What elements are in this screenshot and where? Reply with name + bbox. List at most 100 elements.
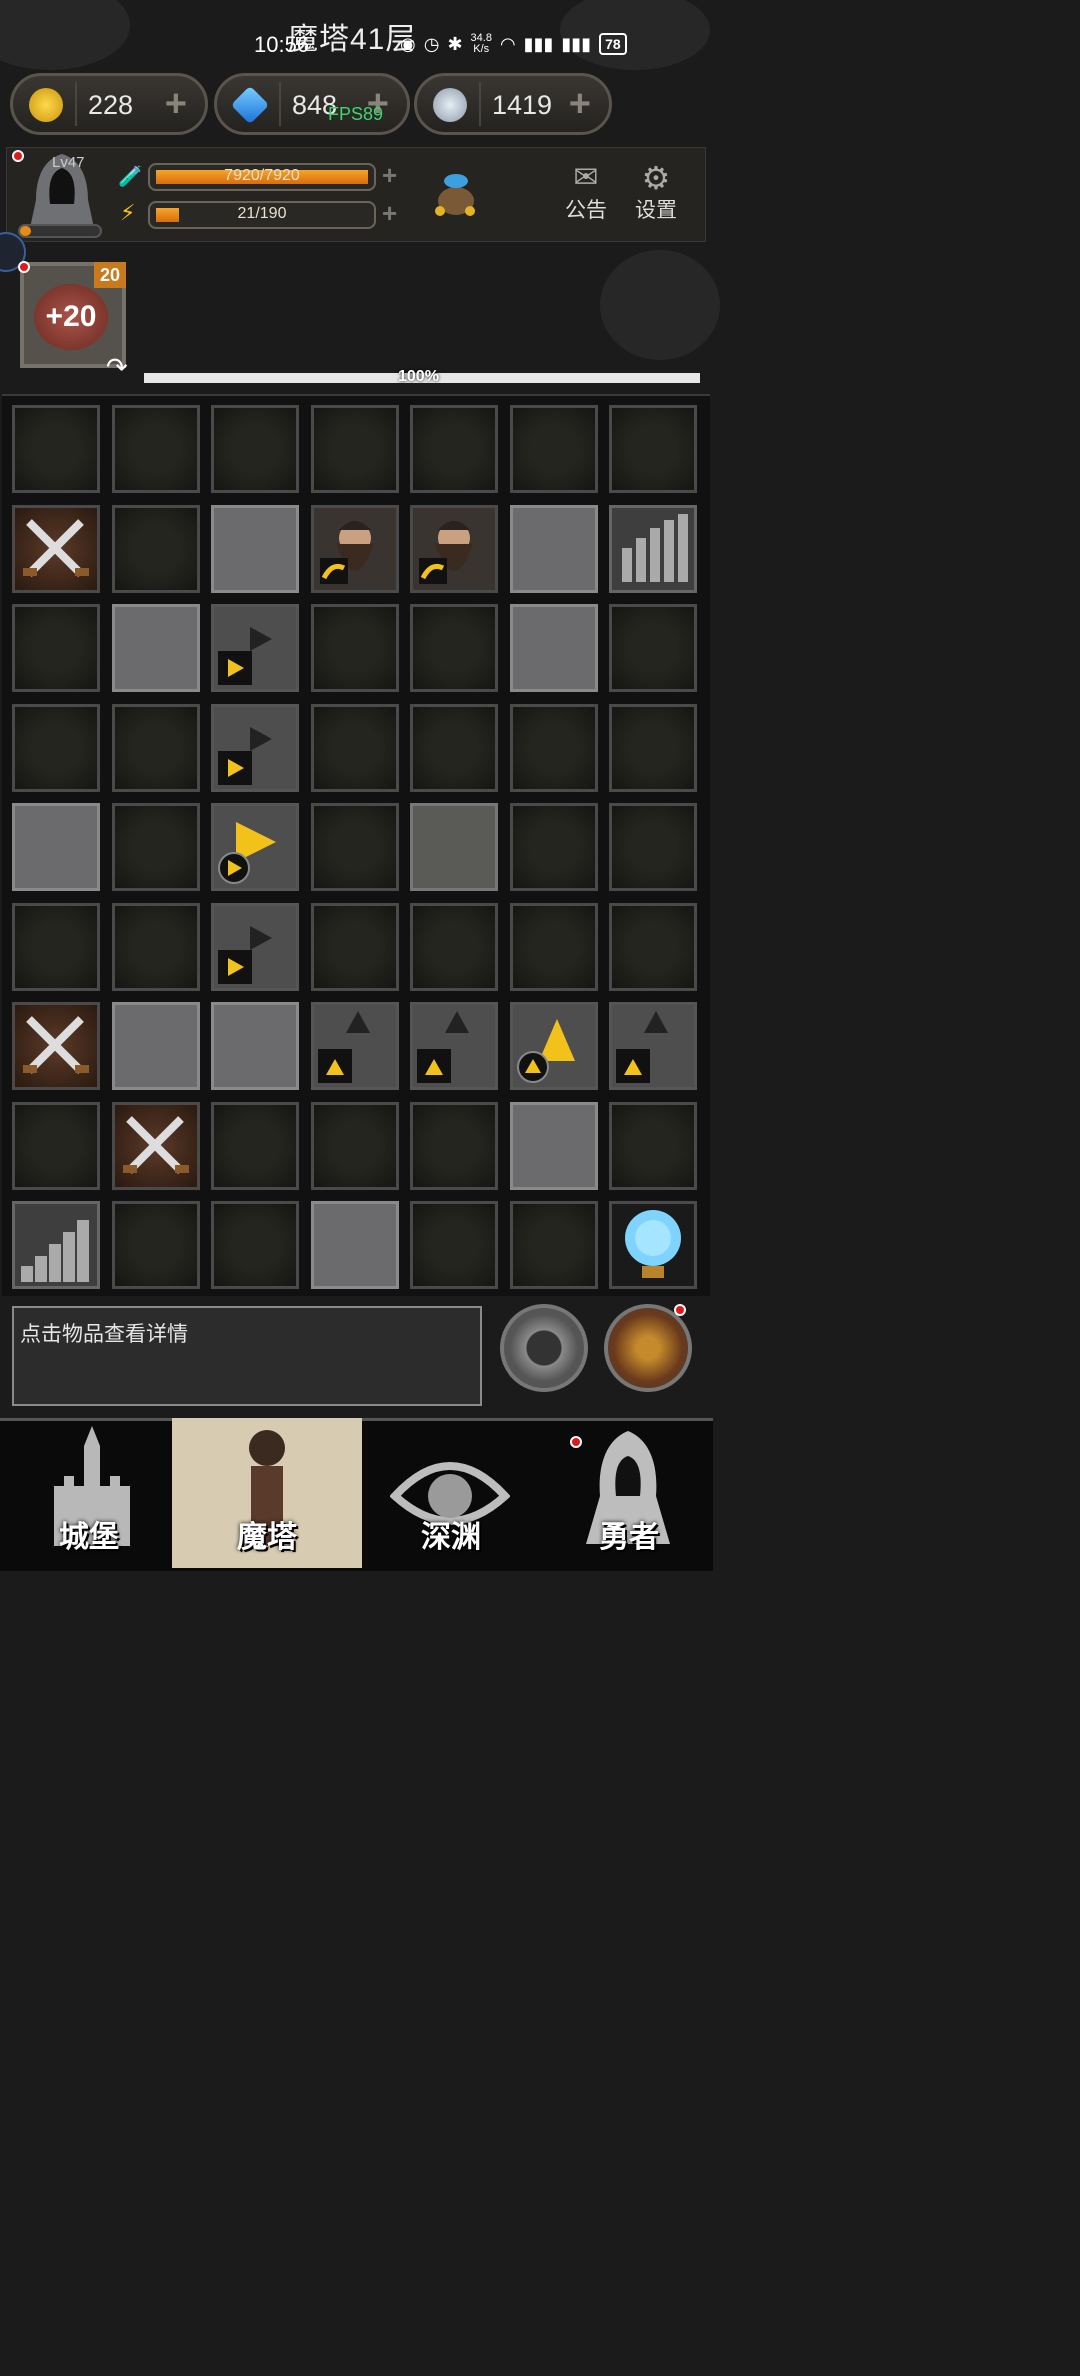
wall-tile[interactable] [609,1101,697,1190]
wall-tile[interactable] [12,703,100,792]
divider [75,82,77,126]
wall-tile[interactable] [211,405,299,493]
floor-tile[interactable] [310,1201,399,1289]
signal-icon: ▮▮▮ [561,33,592,54]
treasure-bag-icon[interactable] [430,167,482,219]
add-gold-icon[interactable]: + [165,84,187,124]
treasure-chest-button[interactable] [604,1304,692,1392]
notification-dot [18,261,30,273]
stairs-down-icon[interactable] [12,1201,100,1289]
nav-label: 魔塔 [237,1521,297,1554]
sword-item-icon[interactable] [111,1101,200,1190]
battery-indicator: 78 [599,33,627,55]
wall-tile[interactable] [509,405,598,493]
divider [279,82,281,126]
wall-tile[interactable] [609,604,697,692]
notification-dot [570,1436,582,1448]
dwarf-npc-icon[interactable] [310,504,399,593]
wall-tile[interactable] [111,405,200,493]
wall-tile[interactable] [12,604,100,692]
wall-tile[interactable] [310,405,399,493]
wall-tile[interactable] [310,604,399,692]
signal-icon: ▮▮▮ [523,33,554,54]
wall-tile[interactable] [12,405,100,493]
floor-tile[interactable] [12,803,100,891]
notice-button[interactable]: ✉ 公告 [556,162,616,224]
arrow-up-tile[interactable] [310,1002,399,1090]
wall-tile[interactable] [509,703,598,792]
wall-tile[interactable] [310,703,399,792]
wall-tile[interactable] [509,803,598,891]
bluetooth-icon: ✱ [447,33,463,54]
dwarf-npc-icon[interactable] [410,504,498,593]
arrow-up-tile[interactable] [609,1002,697,1090]
notification-dot [674,1304,686,1316]
wall-tile[interactable] [211,1201,299,1289]
net-speed-unit: K/s [473,43,490,55]
wall-tile[interactable] [111,504,200,593]
arrow-up-tile[interactable] [410,1002,498,1090]
wall-tile[interactable] [609,405,697,493]
wall-tile[interactable] [310,803,399,891]
wall-tile[interactable] [609,902,697,991]
arrow-right-tile[interactable] [211,803,299,891]
settings-button[interactable]: ⚙ 设置 [626,162,686,224]
wall-tile[interactable] [410,703,498,792]
nfc-icon: ◉ [400,33,416,54]
floor-tile[interactable] [211,504,299,593]
map-grid[interactable] [12,405,697,1289]
wall-tile[interactable] [111,902,200,991]
floor-tile[interactable] [509,604,598,692]
stairs-up-icon[interactable] [609,504,697,593]
arrow-right-tile[interactable] [211,703,299,792]
floor-tile[interactable] [111,1002,200,1090]
crystal-orb-icon[interactable] [609,1201,697,1289]
nav-abyss[interactable]: 深渊 [362,1418,540,1568]
floor-tile[interactable] [410,803,498,891]
wall-tile[interactable] [111,1201,200,1289]
wall-tile[interactable] [12,1101,100,1190]
floor-tile[interactable] [509,1101,598,1190]
wall-tile[interactable] [111,703,200,792]
wall-tile[interactable] [410,1101,498,1190]
wall-tile[interactable] [609,703,697,792]
wall-tile[interactable] [410,902,498,991]
floor-tile[interactable] [211,1002,299,1090]
arrow-up-tile[interactable] [509,1002,598,1090]
turn-arrow-icon[interactable]: ↷ [106,352,128,383]
wall-tile[interactable] [509,1201,598,1289]
add-energy-icon[interactable]: + [382,198,397,229]
floor-tile[interactable] [509,504,598,593]
nav-tower[interactable]: 魔塔 [172,1418,362,1568]
nav-label: 城堡 [59,1521,119,1554]
wall-tile[interactable] [310,1101,399,1190]
portal-button[interactable] [500,1304,588,1392]
lightning-icon: ⚡ [120,200,136,225]
floor-tile[interactable] [111,604,200,692]
wall-tile[interactable] [410,604,498,692]
system-icons: ◉ ◷ ✱ 34.8 K/s ◠ ▮▮▮ ▮▮▮ 78 [400,33,627,55]
arrow-right-tile[interactable] [211,604,299,692]
arrow-right-tile[interactable] [211,902,299,991]
add-key-icon[interactable]: + [569,84,591,124]
nav-hero[interactable]: 勇者 [540,1418,718,1568]
wall-tile[interactable] [310,902,399,991]
sword-item-icon[interactable] [12,1002,100,1090]
energy-text: 21/190 [237,205,287,222]
wall-tile[interactable] [12,902,100,991]
key-counter[interactable]: 1419 + [414,73,612,135]
wall-tile[interactable] [609,803,697,891]
wall-tile[interactable] [211,1101,299,1190]
add-hp-icon[interactable]: + [382,160,397,191]
nav-label: 深渊 [421,1521,481,1554]
wall-tile[interactable] [111,803,200,891]
gold-counter[interactable]: 228 + [10,73,208,135]
nav-label: 勇者 [599,1521,659,1554]
sword-item-icon[interactable] [12,504,100,593]
nav-castle[interactable]: 城堡 [0,1418,178,1568]
key-value: 1419 [492,90,553,120]
hp-text: 7920/7920 [224,167,300,184]
wall-tile[interactable] [410,1201,498,1289]
wall-tile[interactable] [410,405,498,493]
wall-tile[interactable] [509,902,598,991]
